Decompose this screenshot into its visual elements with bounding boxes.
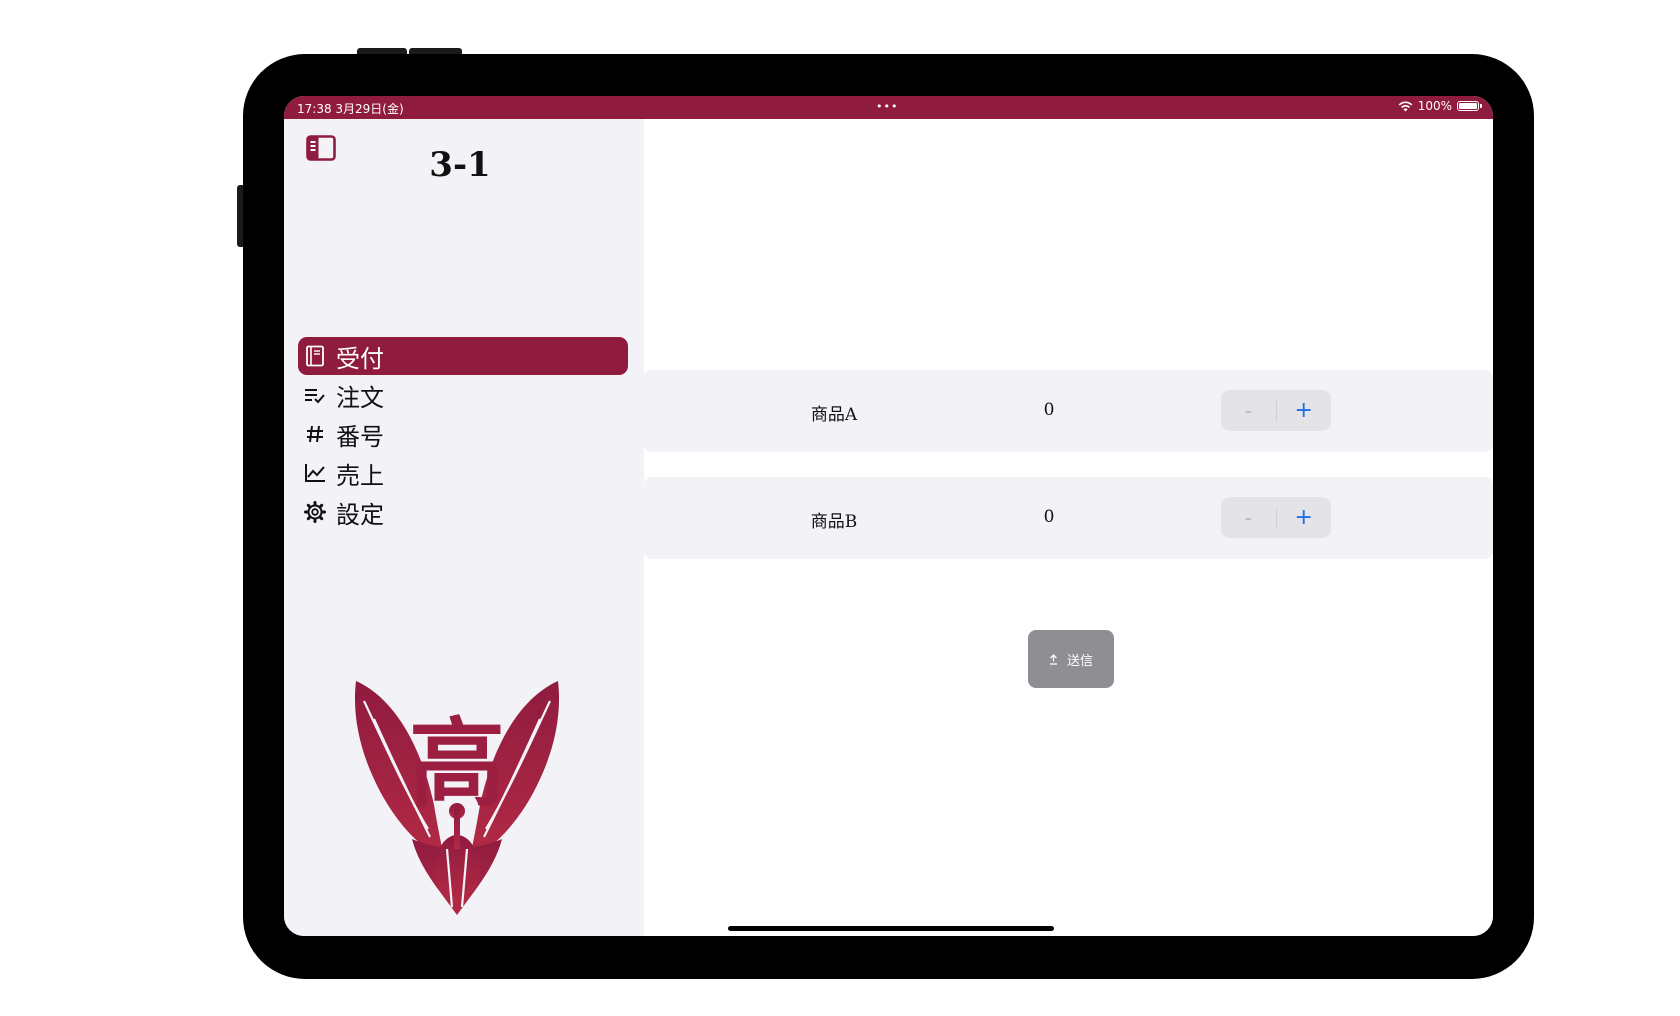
increment-button[interactable]: + [1277, 398, 1332, 423]
sidebar-item-reception[interactable]: 受付 [298, 337, 628, 375]
battery-icon [1457, 101, 1482, 111]
gear-icon [302, 500, 328, 524]
sidebar-item-label: 売上 [336, 461, 384, 490]
quantity-stepper: - + [1221, 497, 1331, 538]
book-icon [302, 344, 328, 368]
sidebar-item-sales[interactable]: 売上 [298, 454, 628, 492]
sidebar-item-orders[interactable]: 注文 [298, 376, 628, 414]
sidebar: 3-1 受付 注文 番号 売上 設定 高 [284, 119, 644, 936]
home-indicator[interactable] [728, 926, 1054, 931]
sidebar-menu: 受付 注文 番号 売上 設定 [298, 337, 628, 532]
quantity-stepper: - + [1221, 390, 1331, 431]
sidebar-item-label: 注文 [336, 383, 384, 412]
ipad-screen: 17:38 3月29日(金) ••• 100% 3-1 受付 注文 番号 売上 … [284, 96, 1493, 936]
wifi-icon [1398, 101, 1413, 111]
product-quantity: 0 [1043, 507, 1055, 527]
decrement-button[interactable]: - [1221, 506, 1276, 530]
list-check-icon [302, 383, 328, 407]
sidebar-item-number[interactable]: 番号 [298, 415, 628, 453]
sidebar-item-label: 受付 [336, 344, 384, 373]
product-name: 商品A [810, 405, 858, 425]
product-row: 商品A 0 - + [644, 370, 1493, 452]
increment-button[interactable]: + [1277, 505, 1332, 530]
status-time-date: 17:38 3月29日(金) [297, 102, 404, 116]
hashtag-icon [302, 422, 328, 446]
emblem-character: 高 [409, 711, 505, 818]
sidebar-item-settings[interactable]: 設定 [298, 493, 628, 531]
product-row: 商品B 0 - + [644, 477, 1493, 559]
status-bar: 17:38 3月29日(金) ••• 100% [284, 96, 1493, 119]
product-quantity: 0 [1043, 400, 1055, 420]
send-button[interactable]: 送信 [1028, 630, 1114, 688]
sidebar-title: 3-1 [429, 145, 491, 185]
sidebar-item-label: 設定 [336, 500, 384, 529]
decrement-button[interactable]: - [1221, 399, 1276, 423]
sidebar-item-label: 番号 [336, 422, 384, 451]
status-right: 100% [1398, 99, 1482, 113]
battery-percent: 100% [1417, 99, 1452, 113]
product-name: 商品B [810, 512, 858, 532]
school-emblem-logo: 高 [354, 681, 560, 915]
line-chart-icon [302, 461, 328, 485]
send-button-label: 送信 [1066, 653, 1093, 669]
multitask-dots[interactable]: ••• [876, 100, 898, 113]
main-content: 商品A 0 - + 商品B 0 - + 送信 [644, 119, 1493, 936]
upload-icon [1049, 653, 1057, 665]
